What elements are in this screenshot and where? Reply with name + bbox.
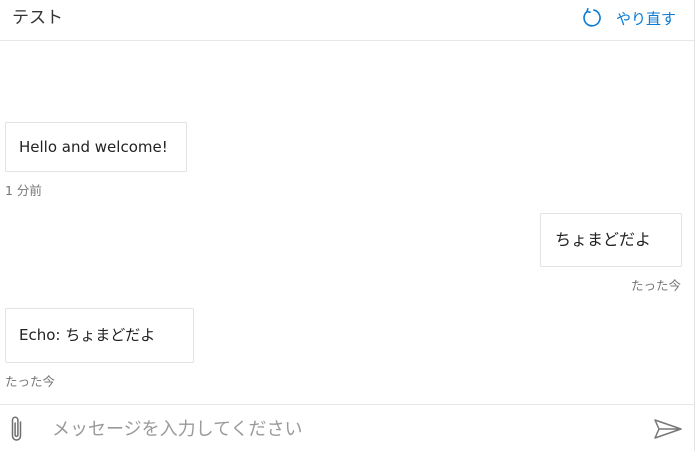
message-text: Echo: ちょまどだよ bbox=[19, 326, 156, 344]
chat-header: テスト やり直す bbox=[0, 0, 694, 41]
message-timestamp: たった今 bbox=[5, 374, 56, 389]
message-timestamp: 1 分前 bbox=[5, 183, 42, 198]
send-icon bbox=[653, 419, 683, 445]
restart-label: やり直す bbox=[615, 9, 676, 28]
paperclip-icon[interactable] bbox=[8, 414, 26, 444]
message-text: ちょまどだよ bbox=[555, 230, 652, 249]
bot-message: Echo: ちょまどだよ bbox=[5, 308, 194, 363]
message-composer bbox=[0, 404, 694, 451]
message-text: Hello and welcome! bbox=[19, 138, 168, 156]
bot-message: Hello and welcome! bbox=[5, 122, 187, 172]
chat-title: テスト bbox=[12, 8, 63, 28]
send-button[interactable] bbox=[653, 417, 683, 441]
restart-button[interactable]: やり直す bbox=[582, 6, 676, 30]
user-message: ちょまどだよ bbox=[540, 213, 682, 267]
chat-window: テスト やり直す Hello and welcome! 1 分前 ちょまどだよ … bbox=[0, 0, 695, 451]
message-timestamp: たった今 bbox=[630, 278, 681, 293]
message-input[interactable] bbox=[52, 415, 632, 443]
refresh-icon bbox=[582, 7, 604, 29]
message-history[interactable]: Hello and welcome! 1 分前 ちょまどだよ たった今 Echo… bbox=[0, 41, 694, 403]
